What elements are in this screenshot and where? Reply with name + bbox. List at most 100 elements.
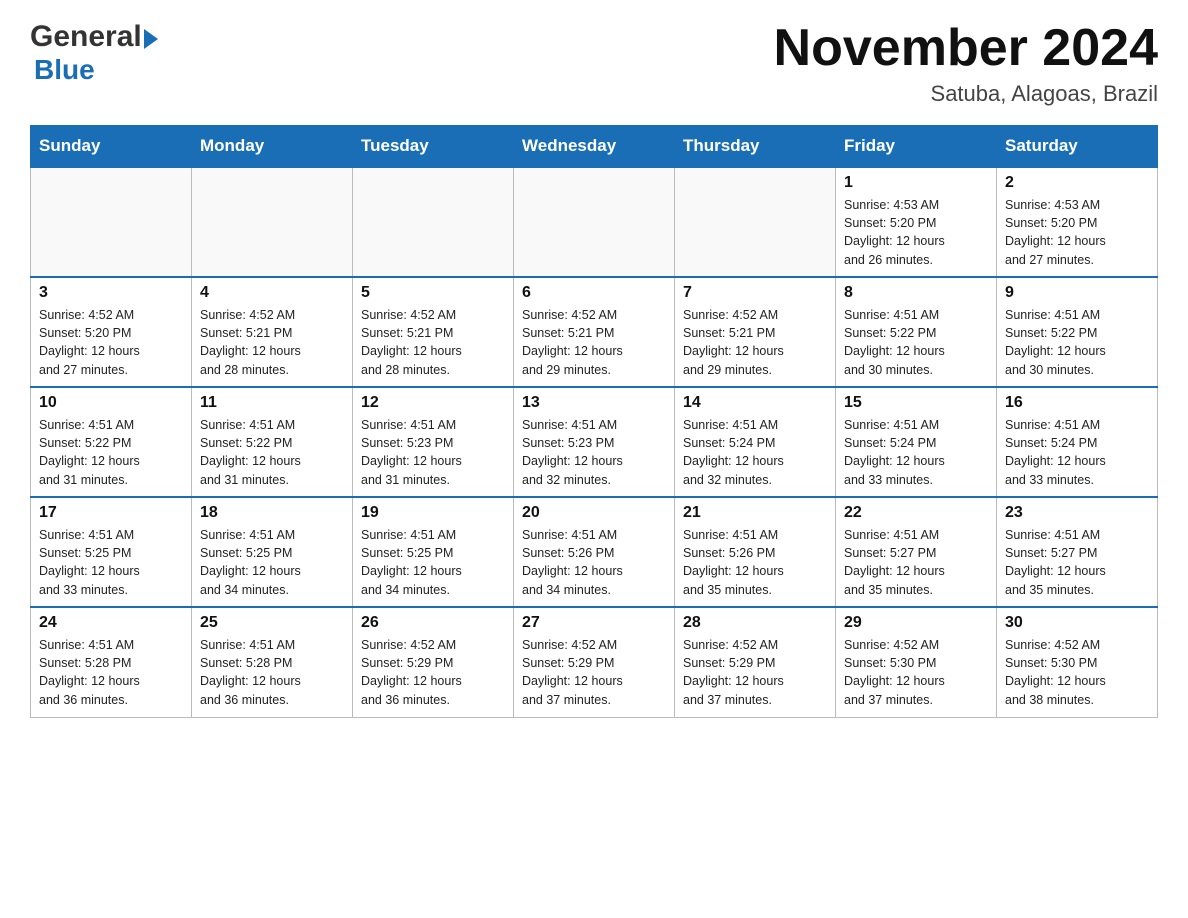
day-number: 6 <box>522 284 666 302</box>
calendar-cell: 5 Sunrise: 4:52 AM Sunset: 5:21 PM Daylig… <box>353 277 514 387</box>
calendar-cell: 22 Sunrise: 4:51 AM Sunset: 5:27 PM Dayli… <box>836 497 997 607</box>
day-info: Sunrise: 4:51 AM Sunset: 5:24 PM Dayligh… <box>844 416 988 489</box>
calendar-cell: 18 Sunrise: 4:51 AM Sunset: 5:25 PM Dayli… <box>192 497 353 607</box>
calendar-cell: 24Sunrise: 4:51 AM Sunset: 5:28 PM Dayli… <box>31 607 192 717</box>
day-number: 4 <box>200 284 344 302</box>
day-number: 7 <box>683 284 827 302</box>
day-number: 2 <box>1005 174 1149 192</box>
day-number: 9 <box>1005 284 1149 302</box>
day-number: 20 <box>522 504 666 522</box>
day-number: 17 <box>39 504 183 522</box>
week-row: 24Sunrise: 4:51 AM Sunset: 5:28 PM Dayli… <box>31 607 1158 717</box>
day-header-wednesday: Wednesday <box>514 126 675 168</box>
calendar-cell: 4 Sunrise: 4:52 AM Sunset: 5:21 PM Daylig… <box>192 277 353 387</box>
day-number: 15 <box>844 394 988 412</box>
calendar-cell: 11 Sunrise: 4:51 AM Sunset: 5:22 PM Dayli… <box>192 387 353 497</box>
day-info: Sunrise: 4:52 AM Sunset: 5:30 PM Dayligh… <box>1005 636 1149 709</box>
day-number: 10 <box>39 394 183 412</box>
day-info: Sunrise: 4:52 AM Sunset: 5:21 PM Dayligh… <box>200 306 344 379</box>
day-info: Sunrise: 4:51 AM Sunset: 5:25 PM Dayligh… <box>361 526 505 599</box>
day-header-sunday: Sunday <box>31 126 192 168</box>
day-number: 30 <box>1005 614 1149 632</box>
calendar-cell: 28 Sunrise: 4:52 AM Sunset: 5:29 PM Dayli… <box>675 607 836 717</box>
calendar-cell: 16Sunrise: 4:51 AM Sunset: 5:24 PM Dayli… <box>997 387 1158 497</box>
location-title: Satuba, Alagoas, Brazil <box>774 81 1158 107</box>
calendar-cell: 30 Sunrise: 4:52 AM Sunset: 5:30 PM Dayli… <box>997 607 1158 717</box>
day-info: Sunrise: 4:51 AM Sunset: 5:22 PM Dayligh… <box>39 416 183 489</box>
logo-general-text: General <box>30 20 142 54</box>
week-row: 3 Sunrise: 4:52 AM Sunset: 5:20 PM Daylig… <box>31 277 1158 387</box>
calendar-cell: 23 Sunrise: 4:51 AM Sunset: 5:27 PM Dayli… <box>997 497 1158 607</box>
day-header-saturday: Saturday <box>997 126 1158 168</box>
calendar-cell: 19 Sunrise: 4:51 AM Sunset: 5:25 PM Dayli… <box>353 497 514 607</box>
calendar-cell <box>675 167 836 277</box>
week-row: 17 Sunrise: 4:51 AM Sunset: 5:25 PM Dayli… <box>31 497 1158 607</box>
calendar-cell <box>192 167 353 277</box>
day-number: 21 <box>683 504 827 522</box>
day-number: 18 <box>200 504 344 522</box>
day-number: 13 <box>522 394 666 412</box>
day-info: Sunrise: 4:52 AM Sunset: 5:29 PM Dayligh… <box>522 636 666 709</box>
day-number: 16 <box>1005 394 1149 412</box>
logo-blue-text: Blue <box>34 54 95 85</box>
day-header-friday: Friday <box>836 126 997 168</box>
day-info: Sunrise: 4:51 AM Sunset: 5:23 PM Dayligh… <box>361 416 505 489</box>
day-number: 8 <box>844 284 988 302</box>
day-number: 22 <box>844 504 988 522</box>
calendar-cell: 14Sunrise: 4:51 AM Sunset: 5:24 PM Dayli… <box>675 387 836 497</box>
calendar-cell: 27 Sunrise: 4:52 AM Sunset: 5:29 PM Dayli… <box>514 607 675 717</box>
day-info: Sunrise: 4:51 AM Sunset: 5:24 PM Dayligh… <box>683 416 827 489</box>
calendar-cell: 10 Sunrise: 4:51 AM Sunset: 5:22 PM Dayli… <box>31 387 192 497</box>
day-info: Sunrise: 4:52 AM Sunset: 5:29 PM Dayligh… <box>683 636 827 709</box>
calendar-cell: 21 Sunrise: 4:51 AM Sunset: 5:26 PM Dayli… <box>675 497 836 607</box>
calendar-cell: 17 Sunrise: 4:51 AM Sunset: 5:25 PM Dayli… <box>31 497 192 607</box>
calendar-cell: 8 Sunrise: 4:51 AM Sunset: 5:22 PM Daylig… <box>836 277 997 387</box>
day-info: Sunrise: 4:52 AM Sunset: 5:30 PM Dayligh… <box>844 636 988 709</box>
day-info: Sunrise: 4:51 AM Sunset: 5:23 PM Dayligh… <box>522 416 666 489</box>
day-info: Sunrise: 4:51 AM Sunset: 5:25 PM Dayligh… <box>39 526 183 599</box>
title-area: November 2024 Satuba, Alagoas, Brazil <box>774 20 1158 107</box>
calendar-cell <box>31 167 192 277</box>
month-title: November 2024 <box>774 20 1158 77</box>
day-info: Sunrise: 4:51 AM Sunset: 5:27 PM Dayligh… <box>844 526 988 599</box>
day-number: 5 <box>361 284 505 302</box>
day-info: Sunrise: 4:52 AM Sunset: 5:20 PM Dayligh… <box>39 306 183 379</box>
calendar-header-row: SundayMondayTuesdayWednesdayThursdayFrid… <box>31 126 1158 168</box>
day-number: 25 <box>200 614 344 632</box>
calendar-cell: 25 Sunrise: 4:51 AM Sunset: 5:28 PM Dayli… <box>192 607 353 717</box>
day-info: Sunrise: 4:53 AM Sunset: 5:20 PM Dayligh… <box>844 196 988 269</box>
day-number: 28 <box>683 614 827 632</box>
calendar-cell: 7Sunrise: 4:52 AM Sunset: 5:21 PM Daylig… <box>675 277 836 387</box>
day-info: Sunrise: 4:52 AM Sunset: 5:21 PM Dayligh… <box>361 306 505 379</box>
day-header-thursday: Thursday <box>675 126 836 168</box>
calendar-cell <box>353 167 514 277</box>
calendar-table: SundayMondayTuesdayWednesdayThursdayFrid… <box>30 125 1158 718</box>
calendar-cell: 13 Sunrise: 4:51 AM Sunset: 5:23 PM Dayli… <box>514 387 675 497</box>
day-info: Sunrise: 4:51 AM Sunset: 5:22 PM Dayligh… <box>1005 306 1149 379</box>
day-info: Sunrise: 4:51 AM Sunset: 5:28 PM Dayligh… <box>39 636 183 709</box>
day-info: Sunrise: 4:51 AM Sunset: 5:22 PM Dayligh… <box>200 416 344 489</box>
calendar-cell: 1 Sunrise: 4:53 AM Sunset: 5:20 PM Daylig… <box>836 167 997 277</box>
logo: General Blue <box>30 20 158 86</box>
day-info: Sunrise: 4:53 AM Sunset: 5:20 PM Dayligh… <box>1005 196 1149 269</box>
day-info: Sunrise: 4:51 AM Sunset: 5:25 PM Dayligh… <box>200 526 344 599</box>
day-info: Sunrise: 4:51 AM Sunset: 5:27 PM Dayligh… <box>1005 526 1149 599</box>
day-number: 19 <box>361 504 505 522</box>
day-number: 23 <box>1005 504 1149 522</box>
day-info: Sunrise: 4:51 AM Sunset: 5:22 PM Dayligh… <box>844 306 988 379</box>
calendar-cell: 9 Sunrise: 4:51 AM Sunset: 5:22 PM Daylig… <box>997 277 1158 387</box>
day-number: 1 <box>844 174 988 192</box>
day-header-tuesday: Tuesday <box>353 126 514 168</box>
day-number: 27 <box>522 614 666 632</box>
week-row: 1 Sunrise: 4:53 AM Sunset: 5:20 PM Daylig… <box>31 167 1158 277</box>
day-info: Sunrise: 4:51 AM Sunset: 5:26 PM Dayligh… <box>683 526 827 599</box>
day-info: Sunrise: 4:51 AM Sunset: 5:28 PM Dayligh… <box>200 636 344 709</box>
day-number: 29 <box>844 614 988 632</box>
day-number: 3 <box>39 284 183 302</box>
calendar-cell: 20Sunrise: 4:51 AM Sunset: 5:26 PM Dayli… <box>514 497 675 607</box>
calendar-cell: 15 Sunrise: 4:51 AM Sunset: 5:24 PM Dayli… <box>836 387 997 497</box>
header: General Blue November 2024 Satuba, Alago… <box>30 20 1158 107</box>
day-number: 11 <box>200 394 344 412</box>
logo-arrow-icon <box>144 29 158 49</box>
calendar-cell: 2 Sunrise: 4:53 AM Sunset: 5:20 PM Daylig… <box>997 167 1158 277</box>
